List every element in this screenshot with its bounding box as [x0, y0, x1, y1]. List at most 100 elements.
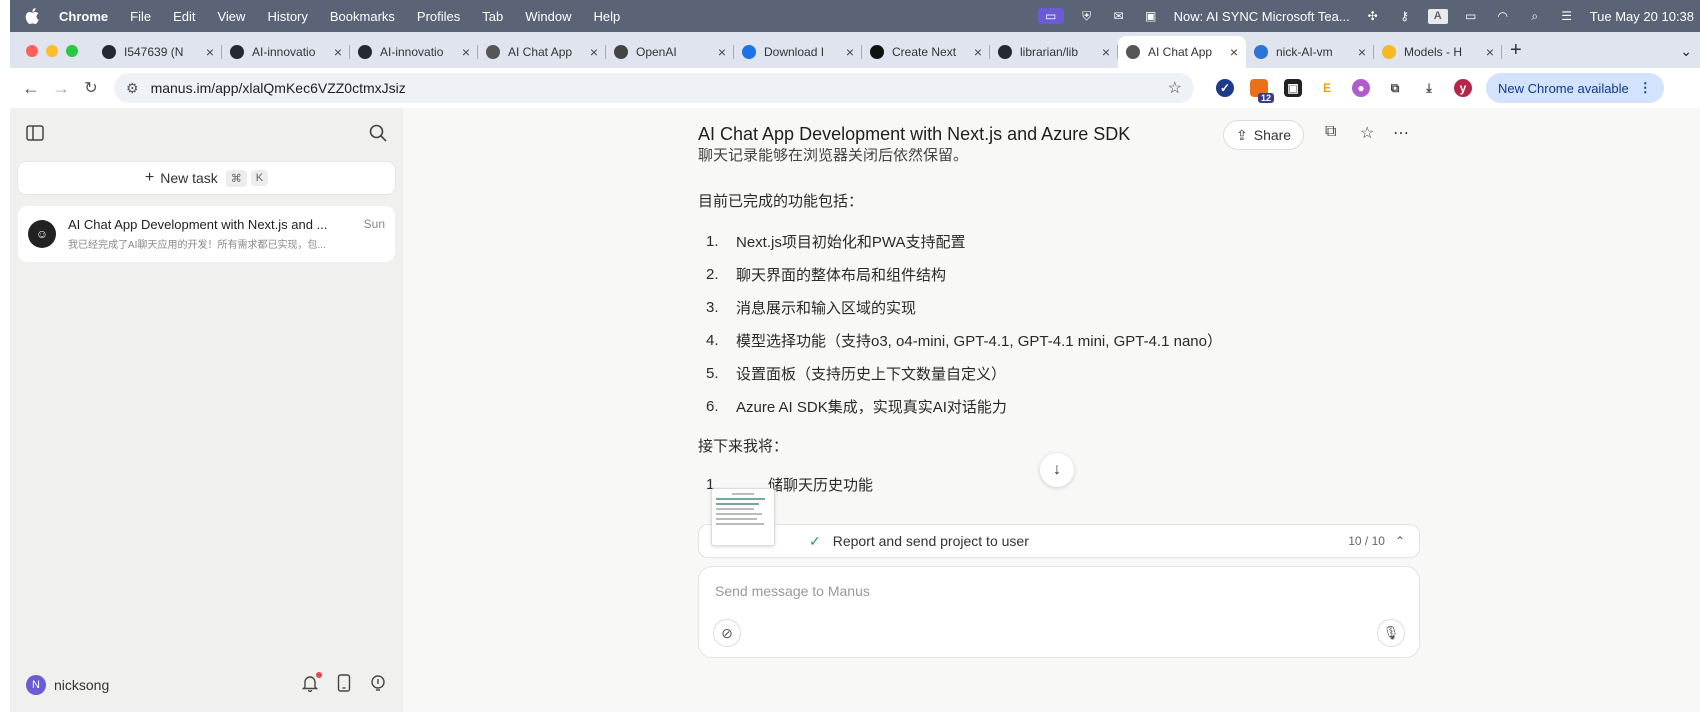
close-tab-icon[interactable]: × — [1486, 44, 1494, 60]
camera-extension-icon[interactable]: ▣ — [1284, 79, 1302, 97]
bell-icon[interactable] — [301, 671, 322, 697]
close-tab-icon[interactable]: × — [334, 44, 342, 60]
chevron-up-icon[interactable]: ⌃ — [1395, 534, 1405, 548]
gamepad-icon[interactable]: ✣ — [1364, 8, 1382, 24]
meeting-notification[interactable]: Now: AI SYNC Microsoft Tea... — [1174, 9, 1350, 24]
next-heading: 接下来我将： — [698, 438, 789, 455]
back-arrow-icon[interactable]: ← — [16, 78, 46, 99]
menu-history[interactable]: History — [267, 9, 307, 24]
sidebar-toggle-icon[interactable] — [26, 124, 44, 146]
close-tab-icon[interactable]: × — [1230, 44, 1238, 60]
reload-icon[interactable]: ↻ — [76, 78, 106, 98]
url-text[interactable]: manus.im/app/xlalQmKec6VZZ0ctmxJsiz — [151, 80, 406, 96]
input-source-icon[interactable]: A — [1427, 8, 1448, 24]
color-extension-icon[interactable]: ● — [1352, 79, 1370, 97]
close-tab-icon[interactable]: × — [1358, 44, 1366, 60]
files-icon[interactable]: ⧉ — [1325, 123, 1336, 141]
favorite-star-icon[interactable]: ☆ — [1360, 123, 1374, 143]
list-number: 6. — [706, 398, 719, 415]
terminal-preview-thumbnail[interactable] — [711, 488, 775, 546]
message-composer[interactable]: Send message to Manus ⊘ 🎙 — [698, 566, 1420, 658]
screen-share-icon[interactable]: ▭ — [1037, 8, 1064, 24]
address-bar[interactable]: ⚙ manus.im/app/xlalQmKec6VZZ0ctmxJsiz ☆ — [114, 73, 1194, 103]
browser-tab[interactable]: I547639 (N × — [94, 36, 222, 68]
browser-tab[interactable]: AI Chat App × — [478, 36, 606, 68]
menu-app-chrome[interactable]: Chrome — [59, 9, 108, 24]
apple-icon[interactable] — [25, 8, 41, 24]
close-tab-icon[interactable]: × — [590, 44, 598, 60]
scroll-to-bottom-button[interactable]: ↓ — [1040, 453, 1074, 487]
key-icon[interactable]: ⚷ — [1396, 8, 1414, 24]
chrome-update-button[interactable]: New Chrome available ⋮ — [1486, 73, 1664, 103]
menu-profiles[interactable]: Profiles — [417, 9, 460, 24]
microphone-icon[interactable]: 🎙 — [1377, 619, 1405, 647]
control-center-icon[interactable]: ☰ — [1558, 8, 1576, 24]
browser-tab[interactable]: AI-innovatio × — [350, 36, 478, 68]
check-icon: ✓ — [809, 532, 821, 549]
wifi-icon[interactable]: ◠ — [1494, 8, 1512, 24]
task-progress-bar[interactable]: ✓ Report and send project to user 10 / 1… — [698, 524, 1420, 558]
close-window-icon[interactable] — [26, 45, 38, 57]
close-tab-icon[interactable]: × — [718, 44, 726, 60]
composer-placeholder[interactable]: Send message to Manus — [715, 583, 870, 599]
browser-tab[interactable]: nick-AI-vm × — [1246, 36, 1374, 68]
search-icon[interactable]: ⌕ — [1526, 8, 1544, 24]
teams-icon[interactable]: ✉ — [1110, 8, 1128, 24]
notification-dot — [316, 671, 322, 678]
download-icon[interactable]: ⤓ — [1420, 79, 1438, 97]
username[interactable]: nicksong — [54, 677, 109, 693]
tab-search-chevron-icon[interactable]: ⌄ — [1680, 43, 1692, 60]
forward-arrow-icon[interactable]: → — [46, 78, 76, 99]
menubar-clock[interactable]: Tue May 20 10:38 — [1590, 9, 1694, 24]
zoom-window-icon[interactable] — [66, 45, 78, 57]
close-tab-icon[interactable]: × — [206, 44, 214, 60]
search-icon[interactable] — [369, 124, 387, 147]
menu-bookmarks[interactable]: Bookmarks — [330, 9, 395, 24]
profile-avatar[interactable]: y — [1454, 79, 1472, 97]
user-avatar[interactable]: N — [26, 675, 46, 695]
browser-tab[interactable]: Download I × — [734, 36, 862, 68]
shield-icon[interactable]: ⛨ — [1078, 8, 1096, 24]
mobile-icon[interactable] — [337, 673, 351, 697]
menu-edit[interactable]: Edit — [173, 9, 195, 24]
bookmark-star-icon[interactable]: ☆ — [1168, 78, 1182, 98]
share-button[interactable]: ⇪ Share — [1223, 120, 1305, 150]
manus-icon — [1126, 45, 1140, 59]
close-tab-icon[interactable]: × — [1102, 44, 1110, 60]
close-tab-icon[interactable]: × — [974, 44, 982, 60]
e-extension-icon[interactable]: E — [1318, 79, 1336, 97]
browser-tab[interactable]: Create Next × — [862, 36, 990, 68]
browser-tab[interactable]: AI-innovatio × — [222, 36, 350, 68]
lightbulb-icon[interactable] — [369, 674, 387, 697]
browser-tab[interactable]: librarian/lib × — [990, 36, 1118, 68]
menu-window[interactable]: Window — [525, 9, 571, 24]
more-options-icon[interactable]: ⋯ — [1393, 123, 1409, 143]
minimize-window-icon[interactable] — [46, 45, 58, 57]
list-number: 1. — [706, 233, 719, 250]
chat-panel: 聊天记录能够在浏览器关闭后依然保留。 目前已完成的功能包括： 1. Next.js… — [403, 108, 1700, 712]
checkmark-extension-icon[interactable]: ✓ — [1216, 79, 1234, 97]
battery-icon[interactable]: ▭ — [1462, 8, 1480, 24]
puzzle-icon[interactable]: ⧉ — [1386, 79, 1404, 97]
task-title: AI Chat App Development with Next.js and… — [68, 217, 328, 232]
menu-view[interactable]: View — [217, 9, 245, 24]
new-tab-button[interactable]: + — [1510, 39, 1522, 62]
menu-file[interactable]: File — [130, 9, 151, 24]
close-tab-icon[interactable]: × — [462, 44, 470, 60]
tab-title: AI Chat App — [1148, 45, 1213, 59]
menu-tab[interactable]: Tab — [482, 9, 503, 24]
browser-tab[interactable]: AI Chat App × — [1118, 36, 1246, 68]
kebab-menu-icon[interactable]: ⋮ — [1639, 80, 1652, 96]
browser-tab[interactable]: OpenAI × — [606, 36, 734, 68]
github-icon — [358, 45, 372, 59]
paperclip-icon[interactable]: ⊘ — [713, 619, 741, 647]
new-task-label: New task — [160, 170, 218, 186]
close-tab-icon[interactable]: × — [846, 44, 854, 60]
site-settings-icon[interactable]: ⚙ — [126, 80, 139, 97]
tab-count-extension-icon[interactable]: 12 — [1250, 79, 1274, 103]
new-task-button[interactable]: + New task ⌘ K — [18, 162, 395, 194]
menu-help[interactable]: Help — [594, 9, 621, 24]
browser-tab[interactable]: Models - H × — [1374, 36, 1502, 68]
calendar-icon[interactable]: ▣ — [1142, 8, 1160, 24]
task-list-item[interactable]: ☺ AI Chat App Development with Next.js a… — [18, 206, 395, 262]
